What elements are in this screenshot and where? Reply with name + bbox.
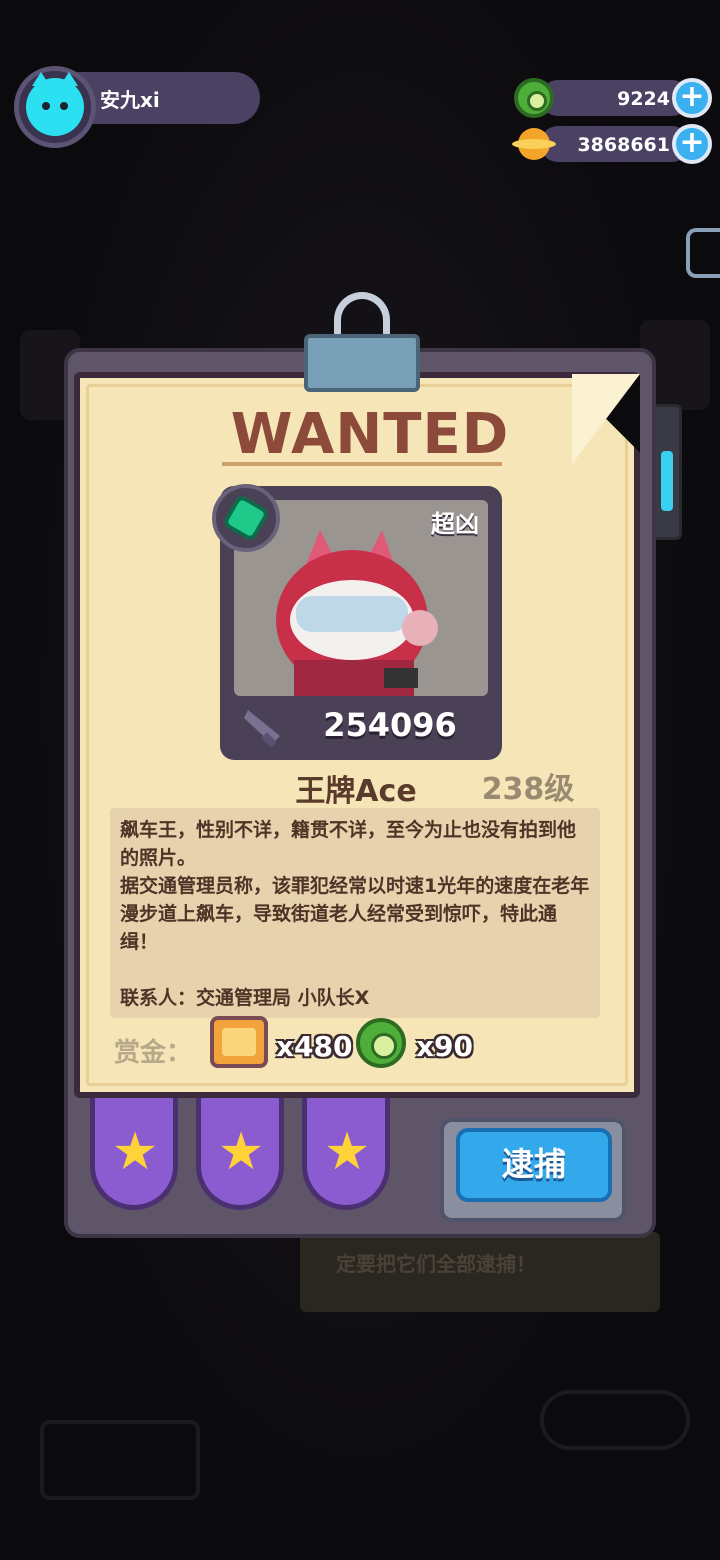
planet-coin-icon	[512, 124, 556, 164]
avatar-eye-left	[42, 102, 50, 110]
reward-qty-chip: x480	[276, 1030, 353, 1063]
planet-coin-value: 3868661	[577, 134, 670, 156]
side-key-icon[interactable]	[686, 228, 720, 278]
green-coin-icon	[356, 1018, 406, 1068]
planet-ring	[512, 139, 556, 149]
star-icon: ★	[217, 1122, 265, 1182]
green-coin-value: 9224	[617, 88, 670, 110]
player-name: 安九xi	[100, 88, 160, 112]
side-tube-decoration	[652, 404, 682, 540]
description-text: 飙车王，性别不详，籍贯不详，至今为止也没有拍到他的照片。 据交通管理员称，该罪犯…	[120, 819, 590, 1009]
star-slot-1: ★	[90, 1098, 178, 1210]
character-name: 王牌Ace	[295, 774, 417, 809]
star-icon: ★	[323, 1122, 371, 1182]
wanted-heading: WANTED	[230, 402, 510, 467]
bg-note-text: 定要把它们全部逮捕！	[336, 1252, 536, 1276]
heading-underline	[222, 462, 502, 466]
chip-icon	[210, 1016, 268, 1068]
combat-power: 254096	[323, 706, 457, 744]
reward-qty-coin: x90	[416, 1030, 474, 1063]
avatar-eye-right	[60, 102, 68, 110]
star-slot-2: ★	[196, 1098, 284, 1210]
poster-fold	[572, 374, 640, 464]
character-level: 238级	[481, 772, 575, 807]
avatar-ear-left	[32, 72, 50, 86]
shop-button-shadow	[540, 1390, 690, 1450]
star-slot-3: ★	[302, 1098, 390, 1210]
reward-label: 赏金：	[114, 1038, 193, 1068]
avatar[interactable]	[26, 72, 84, 136]
back-button-shadow	[40, 1420, 200, 1500]
add-planet-coin-button[interactable]: +	[672, 124, 712, 164]
sword-icon	[244, 710, 280, 748]
danger-tier-label: 超凶	[431, 510, 479, 538]
green-coin-icon	[514, 78, 554, 118]
arrest-button[interactable]: 逮捕	[456, 1128, 612, 1202]
binder-clip	[304, 334, 420, 392]
add-green-coin-button[interactable]: +	[672, 78, 712, 118]
avatar-ear-right	[60, 72, 78, 86]
star-icon: ★	[111, 1122, 159, 1182]
description-box: 飙车王，性别不详，籍贯不详，至今为止也没有拍到他的照片。 据交通管理员称，该罪犯…	[110, 808, 600, 1018]
